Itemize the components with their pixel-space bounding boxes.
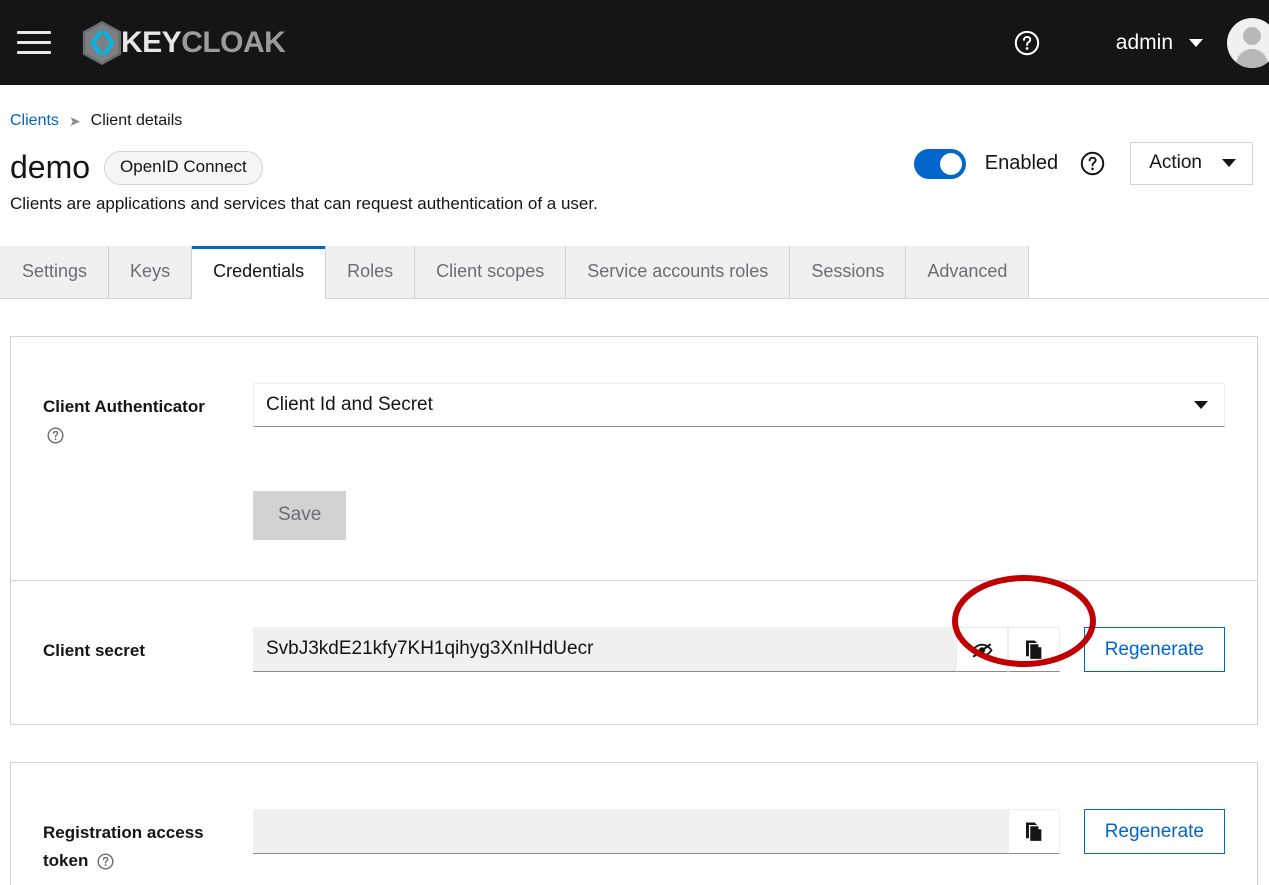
help-circle-glyph <box>1080 151 1105 176</box>
client-detail-tabs: Settings Keys Credentials Roles Client s… <box>0 246 1269 300</box>
credentials-card: Client Authenticator Client Id and Secre… <box>10 336 1258 726</box>
user-avatar-icon[interactable] <box>1227 17 1269 68</box>
page-title: demo <box>10 149 91 185</box>
client-secret-row: Client secret SvbJ3kdE21kfy7KH1qihyg3XnI… <box>11 581 1257 724</box>
save-button[interactable]: Save <box>253 491 347 541</box>
client-secret-field: Regenerate <box>253 627 1225 673</box>
page-header: demo OpenID Connect Clients are applicat… <box>0 130 1269 214</box>
hamburger-icon[interactable] <box>8 23 60 63</box>
brand-word-key: KEY <box>121 25 182 59</box>
breadcrumb: Clients ➤ Client details <box>0 85 1269 130</box>
tab-keys[interactable]: Keys <box>109 246 193 299</box>
breadcrumb-current: Client details <box>90 112 183 129</box>
help-circle-glyph <box>47 427 64 444</box>
copy-icon[interactable] <box>1007 627 1060 673</box>
regenerate-secret-button[interactable]: Regenerate <box>1083 627 1225 673</box>
chevron-down-icon <box>1189 38 1203 47</box>
tab-sessions[interactable]: Sessions <box>790 246 907 299</box>
help-circle-icon[interactable] <box>47 427 64 444</box>
help-circle-icon[interactable] <box>1004 20 1050 66</box>
avatar-body <box>1236 48 1268 68</box>
keycloak-brand-logo[interactable]: KEY CLOAK <box>81 18 286 68</box>
registration-access-token-row: Registration access token Regenerate <box>11 763 1257 885</box>
client-secret-input-group: Regenerate <box>253 627 1225 673</box>
tab-label: Settings <box>22 261 88 282</box>
hamburger-bar <box>17 31 51 34</box>
tab-settings[interactable]: Settings <box>0 246 110 299</box>
help-circle-glyph <box>97 853 114 870</box>
tab-credentials[interactable]: Credentials <box>192 246 327 300</box>
copy-glyph <box>1025 822 1043 842</box>
brand-wordmark: KEY CLOAK <box>121 25 286 59</box>
avatar-head <box>1243 26 1261 45</box>
user-name-label: admin <box>1115 30 1173 54</box>
protocol-badge: OpenID Connect <box>104 150 263 185</box>
tab-label: Keys <box>130 261 171 282</box>
client-secret-label-text: Client secret <box>43 641 146 661</box>
help-circle-icon[interactable] <box>1080 151 1105 176</box>
tab-label: Advanced <box>927 261 1008 282</box>
tab-label: Credentials <box>213 261 305 282</box>
registration-access-token-card: Registration access token Regenerate <box>10 762 1258 885</box>
masthead: KEY CLOAK admin <box>0 0 1269 85</box>
client-secret-input[interactable] <box>253 627 956 673</box>
tab-service-accounts-roles[interactable]: Service accounts roles <box>566 246 791 299</box>
action-dropdown-label: Action <box>1149 152 1202 173</box>
tab-roles[interactable]: Roles <box>326 246 416 299</box>
caret-down-icon <box>1222 159 1236 167</box>
masthead-toolbar: admin <box>1004 0 1269 85</box>
tab-label: Client scopes <box>436 261 545 282</box>
action-dropdown-button[interactable]: Action <box>1130 142 1253 185</box>
eye-slash-icon[interactable] <box>955 627 1008 673</box>
tabs-filler <box>1029 246 1269 299</box>
eye-slash-glyph <box>971 643 993 658</box>
registration-access-token-input[interactable] <box>253 809 1008 855</box>
client-authenticator-label-text: Client Authenticator <box>43 397 205 417</box>
keycloak-hexagon-icon <box>82 20 122 65</box>
client-authenticator-field: Client Id and Secret Save <box>253 383 1225 541</box>
tab-label: Sessions <box>811 261 885 282</box>
copy-glyph <box>1025 640 1043 660</box>
enabled-toggle[interactable] <box>913 148 966 179</box>
client-authenticator-label: Client Authenticator <box>43 383 253 449</box>
client-secret-label: Client secret <box>43 627 253 665</box>
page-description: Clients are applications and services th… <box>10 194 598 214</box>
tab-advanced[interactable]: Advanced <box>906 246 1030 299</box>
client-authenticator-value: Client Id and Secret <box>266 394 433 416</box>
copy-icon[interactable] <box>1007 809 1060 855</box>
tab-label: Roles <box>347 261 394 282</box>
tab-client-scopes[interactable]: Client scopes <box>415 246 567 299</box>
registration-token-input-group: Regenerate <box>253 809 1225 855</box>
hamburger-bar <box>17 51 51 54</box>
caret-down-icon <box>1194 401 1208 410</box>
breadcrumb-separator-icon: ➤ <box>68 112 81 129</box>
regenerate-token-button[interactable]: Regenerate <box>1083 809 1225 855</box>
registration-token-label-line2: token <box>43 851 89 871</box>
user-menu-button[interactable]: admin <box>1116 31 1203 55</box>
brand-word-cloak: CLOAK <box>181 25 286 59</box>
client-authenticator-row: Client Authenticator Client Id and Secre… <box>11 337 1257 580</box>
registration-access-token-field: Regenerate <box>253 809 1225 855</box>
breadcrumb-link-clients[interactable]: Clients <box>10 112 59 130</box>
enabled-toggle-label: Enabled <box>984 152 1059 174</box>
client-authenticator-select[interactable]: Client Id and Secret <box>253 383 1225 428</box>
hamburger-bar <box>17 41 51 44</box>
registration-access-token-label: Registration access token <box>43 809 253 875</box>
registration-token-label-line1: Registration access <box>43 823 204 843</box>
help-circle-icon[interactable] <box>97 853 114 870</box>
help-circle-glyph <box>1014 30 1039 55</box>
tab-label: Service accounts roles <box>587 261 769 282</box>
page-header-actions: Enabled Action <box>913 142 1253 185</box>
toggle-knob <box>939 152 962 175</box>
credentials-content: Client Authenticator Client Id and Secre… <box>0 336 1269 885</box>
